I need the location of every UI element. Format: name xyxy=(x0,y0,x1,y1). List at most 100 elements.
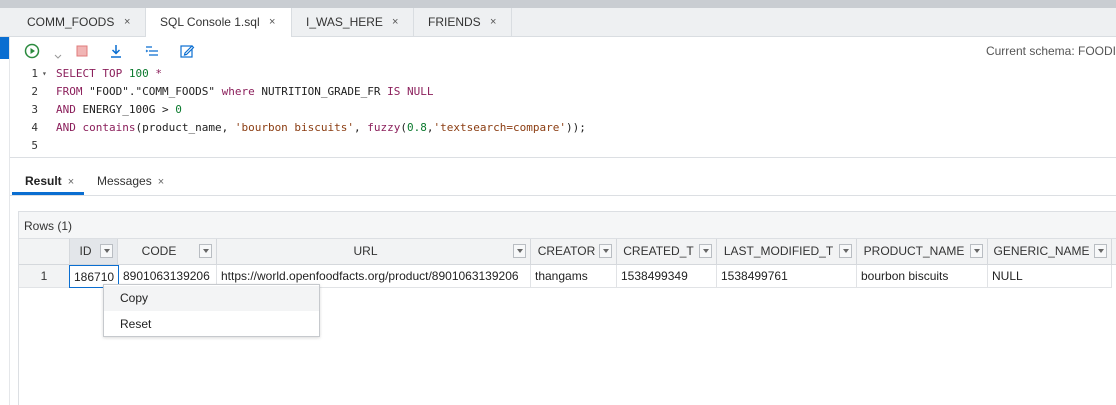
code-token: 'textsearch=compare' xyxy=(433,121,566,134)
code-token: "FOOD"."COMM_FOODS" xyxy=(89,85,215,98)
sql-editor[interactable]: 1 ▾ 2 3 4 5 SELECT TOP 100 * FROM "FOOD"… xyxy=(10,65,1116,158)
window-top-bar xyxy=(0,0,1116,8)
editor-tab-strip: COMM_FOODS × SQL Console 1.sql × I_WAS_H… xyxy=(0,8,1116,38)
tab-friends[interactable]: FRIENDS × xyxy=(414,8,512,37)
line-number: 3 xyxy=(31,103,38,116)
column-header-label: ID xyxy=(79,244,92,258)
cell-generic-name[interactable]: NULL xyxy=(988,265,1112,288)
current-schema-label: Current schema: FOODI xyxy=(985,44,1116,58)
code-token: 0 xyxy=(175,103,182,116)
code-line: AND contains(product_name, 'bourbon bisc… xyxy=(56,119,586,137)
column-header-created-t[interactable]: CREATED_T xyxy=(617,239,717,265)
tab-sql-console[interactable]: SQL Console 1.sql × xyxy=(146,8,292,38)
code-token: contains xyxy=(82,121,136,134)
filter-icon[interactable] xyxy=(839,244,852,258)
row-number: 1 xyxy=(19,265,70,288)
download-icon[interactable] xyxy=(108,43,124,59)
stop-icon[interactable] xyxy=(74,43,90,59)
code-token: , xyxy=(426,121,434,134)
sql-toolbar: Current schema: FOODI xyxy=(10,37,1116,65)
tab-label: SQL Console 1.sql xyxy=(160,15,260,29)
code-token: fuzzy xyxy=(367,121,401,134)
line-number: 2 xyxy=(31,85,38,98)
code-token: where xyxy=(214,85,262,98)
code-token: FROM xyxy=(56,85,90,98)
column-header-label: CREATOR xyxy=(537,244,596,258)
line-number: 1 xyxy=(31,67,38,80)
column-header-id[interactable]: ID xyxy=(70,239,118,265)
code-token: , xyxy=(354,121,368,134)
cell-creator[interactable]: thangams xyxy=(531,265,617,288)
line-number: 5 xyxy=(31,139,38,152)
code-line: AND ENERGY_100G > 0 xyxy=(56,101,182,119)
result-tab-strip: Result × Messages × xyxy=(10,167,1116,196)
column-header-url[interactable]: URL xyxy=(217,239,531,265)
column-header-label: GENERIC_NAME xyxy=(993,244,1090,258)
code-token: AND xyxy=(56,103,83,116)
code-token: * xyxy=(148,67,162,80)
tab-i-was-here[interactable]: I_WAS_HERE × xyxy=(292,8,414,37)
code-token: 'bourbon biscuits' xyxy=(234,121,355,134)
code-token: IS NULL xyxy=(387,85,434,98)
chevron-down-icon[interactable] xyxy=(54,41,70,59)
filter-icon[interactable] xyxy=(513,244,526,258)
cell-product-name[interactable]: bourbon biscuits xyxy=(857,265,988,288)
filter-icon[interactable] xyxy=(699,244,712,258)
side-accent-bar xyxy=(0,37,9,59)
code-token: (product_name, xyxy=(135,121,235,134)
tab-close-icon[interactable]: × xyxy=(490,8,496,37)
rows-count-bar: Rows (1) xyxy=(19,211,1116,239)
line-number: 4 xyxy=(31,121,38,134)
code-line: FROM "FOOD"."COMM_FOODS" where NUTRITION… xyxy=(56,83,434,101)
line-number-gutter: 1 ▾ 2 3 4 5 xyxy=(10,65,48,157)
code-token: AND xyxy=(56,121,83,134)
column-header-label: CREATED_T xyxy=(623,244,694,258)
column-header-code[interactable]: CODE xyxy=(118,239,217,265)
tab-comm-foods[interactable]: COMM_FOODS × xyxy=(0,8,146,37)
tab-label: COMM_FOODS xyxy=(27,15,115,29)
code-token: SELECT TOP xyxy=(56,67,129,80)
code-token: ENERGY_100G > xyxy=(82,103,176,116)
column-header-creator[interactable]: CREATOR xyxy=(531,239,617,265)
tab-label: FRIENDS xyxy=(428,15,481,29)
tab-messages[interactable]: Messages × xyxy=(97,167,164,195)
menu-item-reset[interactable]: Reset xyxy=(104,312,319,337)
tab-result[interactable]: Result × xyxy=(25,167,74,195)
menu-item-copy[interactable]: Copy xyxy=(104,286,319,311)
format-icon[interactable] xyxy=(144,43,160,59)
column-header-generic-name[interactable]: GENERIC_NAME xyxy=(988,239,1112,265)
code-line: SELECT TOP 100 * xyxy=(56,65,162,83)
tab-label: I_WAS_HERE xyxy=(306,15,383,29)
active-tab-indicator xyxy=(12,192,84,195)
column-header-label: PRODUCT_NAME xyxy=(863,244,965,258)
rows-count: Rows (1) xyxy=(24,219,73,233)
filter-icon[interactable] xyxy=(599,244,612,258)
column-header-label: CODE xyxy=(141,244,177,258)
row-number-header xyxy=(19,239,70,265)
tab-label: Messages xyxy=(97,174,152,188)
code-token: NUTRITION_GRADE_FR xyxy=(261,85,388,98)
filter-icon[interactable] xyxy=(1094,244,1107,258)
column-header-product-name[interactable]: PRODUCT_NAME xyxy=(857,239,988,265)
close-icon[interactable]: × xyxy=(158,176,164,188)
close-icon[interactable]: × xyxy=(68,176,74,188)
cell-last-modified-t[interactable]: 1538499761 xyxy=(717,265,857,288)
column-header-last-modified-t[interactable]: LAST_MODIFIED_T xyxy=(717,239,857,265)
tab-close-icon[interactable]: × xyxy=(392,8,398,37)
tab-close-icon[interactable]: × xyxy=(269,8,275,37)
column-header-overflow xyxy=(1112,239,1116,265)
filter-icon[interactable] xyxy=(970,244,983,258)
context-menu: Copy Reset xyxy=(103,284,320,337)
filter-icon[interactable] xyxy=(100,244,113,258)
filter-icon[interactable] xyxy=(199,244,212,258)
tab-close-icon[interactable]: × xyxy=(124,8,130,37)
column-header-label: LAST_MODIFIED_T xyxy=(723,244,834,258)
code-token: 0.8 xyxy=(407,121,427,134)
run-icon[interactable] xyxy=(24,43,40,59)
fold-icon[interactable]: ▾ xyxy=(42,65,47,83)
tab-label: Result xyxy=(25,174,62,188)
cell-created-t[interactable]: 1538499349 xyxy=(617,265,717,288)
edit-icon[interactable] xyxy=(179,43,195,59)
column-header-label: URL xyxy=(353,244,378,258)
code-token: 100 xyxy=(128,67,149,80)
